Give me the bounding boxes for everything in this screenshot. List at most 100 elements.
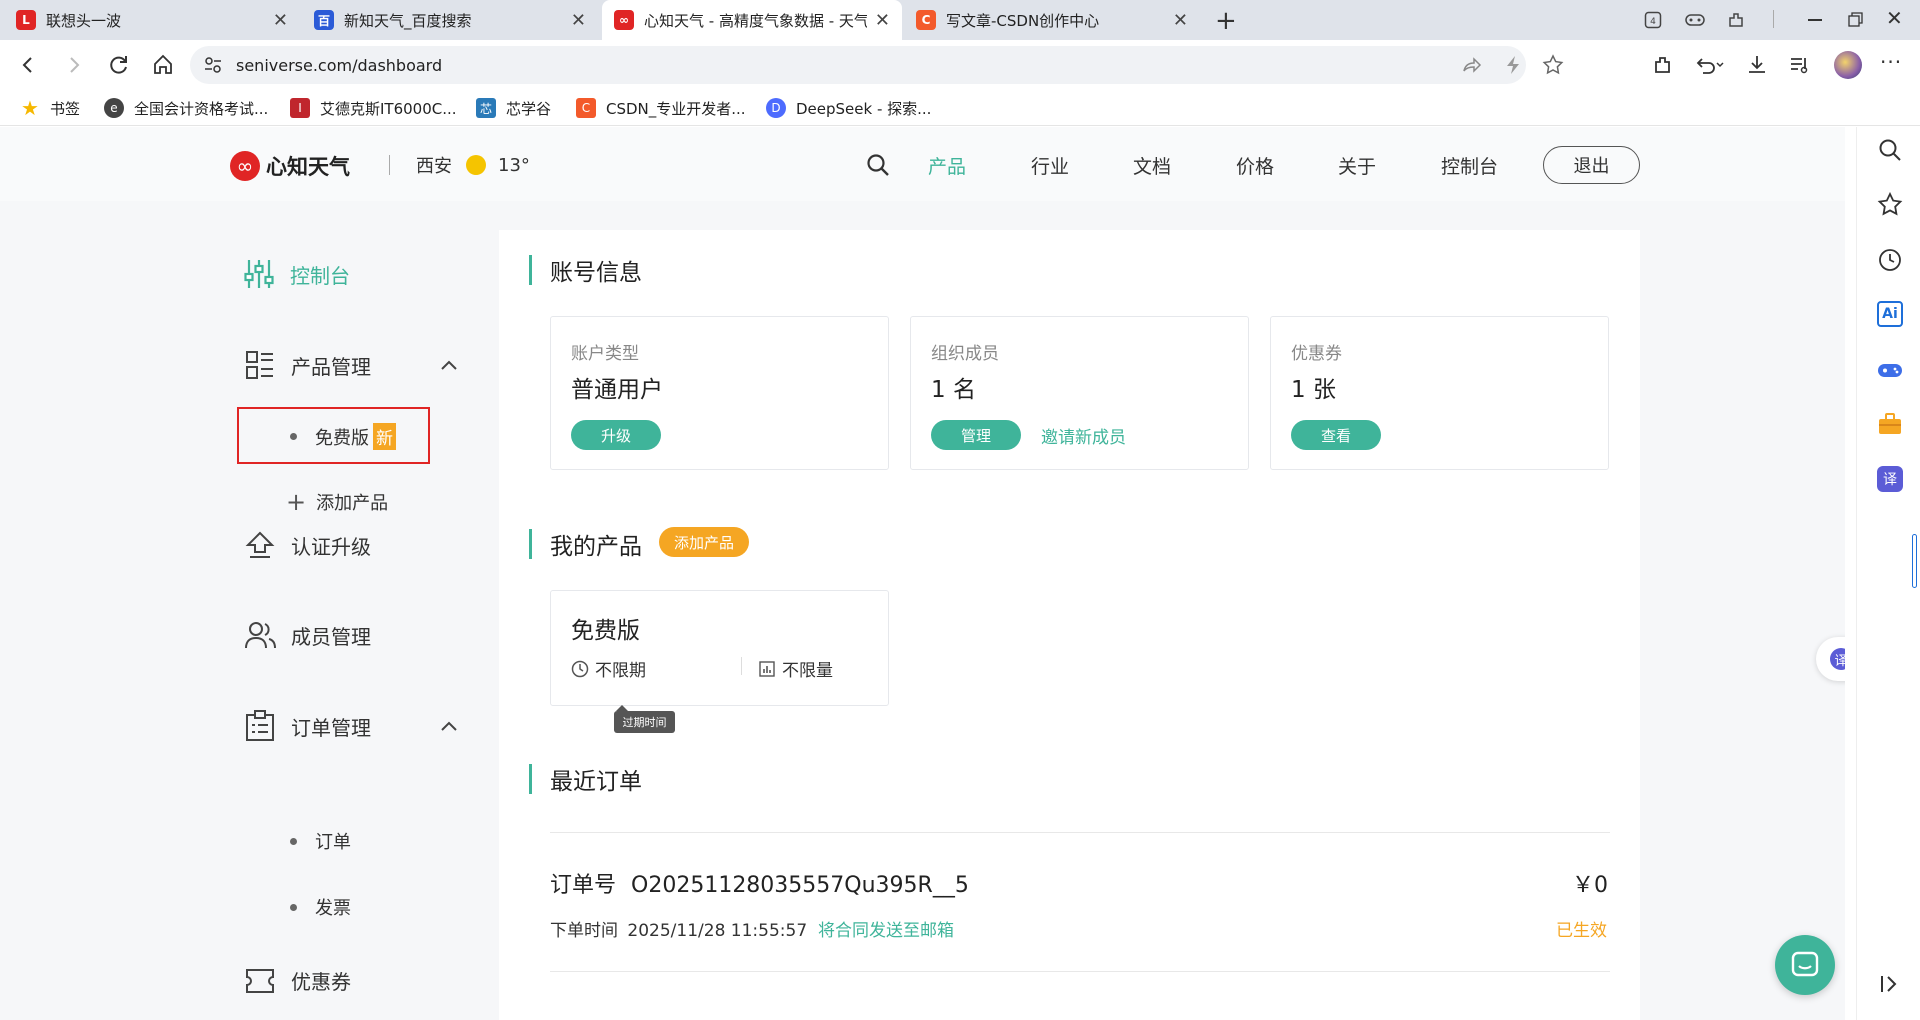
side-search-icon[interactable] — [1877, 137, 1903, 163]
minimize-icon[interactable] — [1808, 19, 1822, 21]
logout-button[interactable]: 退出 — [1543, 146, 1640, 184]
order-number-row: 订单号 O20251128035557Qu395R__5 — [550, 867, 969, 899]
chevron-up-icon[interactable] — [441, 360, 457, 370]
view-coupons-button[interactable]: 查看 — [1291, 420, 1381, 450]
side-translate-icon[interactable]: 译 — [1877, 466, 1903, 492]
side-game-icon[interactable] — [1877, 357, 1903, 383]
close-icon[interactable]: ✕ — [1173, 10, 1188, 31]
close-icon[interactable]: ✕ — [875, 10, 890, 31]
side-toolbox-icon[interactable] — [1877, 411, 1903, 437]
nav-industry[interactable]: 行业 — [1031, 152, 1069, 179]
home-icon[interactable] — [152, 53, 174, 75]
site-info-icon[interactable] — [204, 56, 222, 74]
nav-docs[interactable]: 文档 — [1133, 152, 1171, 179]
tab-counter-icon[interactable]: 4 — [1644, 11, 1662, 29]
bookmark-item[interactable]: D DeepSeek - 探索... — [766, 90, 931, 126]
card-label: 账户类型 — [571, 344, 639, 364]
add-product-button[interactable]: 添加产品 — [659, 527, 749, 557]
sidebar-subitem-add-product[interactable]: + 添加产品 — [286, 489, 388, 515]
section-accent-bar — [529, 255, 532, 285]
weather-widget[interactable]: 西安 13° — [416, 152, 530, 178]
order-status-badge: 已生效 — [1556, 921, 1607, 941]
side-panel-scroll-handle[interactable] — [1912, 534, 1917, 588]
side-collapse-icon[interactable] — [1877, 971, 1903, 997]
brand-logo[interactable]: ∞ 心知天气 — [230, 151, 350, 181]
extensions-icon[interactable] — [1726, 10, 1746, 30]
share-icon[interactable] — [1462, 55, 1482, 75]
extension-puzzle-icon[interactable] — [1652, 54, 1674, 76]
nav-pricing[interactable]: 价格 — [1236, 152, 1274, 179]
tab-csdn[interactable]: C 写文章-CSDN创作中心 ✕ — [904, 0, 1200, 40]
deepseek-icon: D — [766, 98, 786, 118]
sidebar-item-cert-upgrade[interactable]: 认证升级 — [245, 530, 371, 560]
bookmark-label: 艾德克斯IT6000C... — [320, 99, 457, 118]
sidebar-item-dashboard[interactable]: 控制台 — [244, 258, 350, 290]
bookmark-item[interactable]: e 全国会计资格考试... — [104, 90, 268, 126]
forward-icon[interactable] — [64, 55, 84, 75]
sidebar-subitem-label: 添加产品 — [316, 493, 389, 514]
window-close-icon[interactable]: ✕ — [1886, 6, 1903, 30]
sidebar-item-label: 控制台 — [290, 263, 350, 288]
side-favorites-icon[interactable] — [1877, 192, 1903, 218]
free-edition-product-card[interactable]: 免费版 不限期 不限量 — [550, 590, 889, 706]
sidebar-item-order-management[interactable]: 订单管理 — [245, 710, 465, 742]
bullet-dot — [290, 837, 297, 845]
tab-title: 心知天气 - 高精度气象数据 - 天气 — [644, 11, 867, 30]
side-history-icon[interactable] — [1877, 247, 1903, 273]
restore-icon[interactable] — [1848, 12, 1864, 28]
game-mode-icon[interactable] — [1684, 10, 1706, 30]
favorite-star-icon[interactable] — [1542, 54, 1564, 76]
chevron-up-icon[interactable] — [441, 721, 457, 731]
reload-icon[interactable] — [108, 54, 130, 76]
profile-avatar[interactable] — [1834, 51, 1862, 79]
reading-list-icon[interactable] — [1788, 54, 1810, 76]
quota-text: 不限量 — [782, 661, 833, 681]
side-ai-icon[interactable]: Ai — [1877, 301, 1903, 327]
tab-seniverse[interactable]: ∞ 心知天气 - 高精度气象数据 - 天气 ✕ — [602, 0, 902, 40]
account-type-card: 账户类型 普通用户 升级 — [550, 316, 889, 470]
product-quota: 不限量 — [759, 656, 833, 681]
undo-history-icon[interactable] — [1694, 54, 1724, 76]
new-tab-icon[interactable]: + — [1215, 6, 1237, 36]
tab-lenovo[interactable]: L 联想头一波 ✕ — [4, 0, 300, 40]
bookmark-item[interactable]: C CSDN_专业开发者... — [576, 90, 746, 126]
chat-support-button[interactable] — [1775, 935, 1835, 995]
coupons-card: 优惠券 1 张 查看 — [1270, 316, 1609, 470]
search-icon[interactable] — [866, 153, 890, 177]
bolt-icon[interactable] — [1504, 55, 1522, 75]
upgrade-button[interactable]: 升级 — [571, 420, 661, 450]
more-menu-icon[interactable]: ··· — [1880, 50, 1902, 74]
url-text[interactable]: seniverse.com/dashboard — [236, 56, 442, 75]
download-icon[interactable] — [1746, 54, 1768, 76]
bookmark-folder[interactable]: ★ 书签 — [20, 90, 80, 126]
order-number-value[interactable]: O20251128035557Qu395R__5 — [631, 873, 969, 898]
nav-products[interactable]: 产品 — [928, 152, 966, 179]
sidebar-item-product-management[interactable]: 产品管理 — [245, 350, 465, 380]
bookmark-item[interactable]: 芯芯学谷 — [476, 90, 551, 126]
url-omnibox[interactable]: seniverse.com/dashboard — [190, 46, 1564, 84]
content-panel: 账号信息 账户类型 普通用户 升级 组织成员 1 名 管理 邀请新成员 优惠券 … — [499, 230, 1640, 1020]
nav-about[interactable]: 关于 — [1338, 152, 1376, 179]
send-contract-link[interactable]: 将合同发送至邮箱 — [818, 916, 954, 941]
sidebar-item-member-management[interactable]: 成员管理 — [245, 620, 371, 650]
bookmark-label: CSDN_专业开发者... — [606, 99, 746, 118]
page-viewport: ∞ 心知天气 西安 13° 产品 行业 文档 价格 关于 控制台 退出 控制台 … — [0, 127, 1845, 1020]
accounting-exam-icon: e — [104, 98, 124, 118]
invite-member-link[interactable]: 邀请新成员 — [1041, 423, 1126, 448]
tab-baidu[interactable]: 百 新知天气_百度搜索 ✕ — [302, 0, 598, 40]
close-icon[interactable]: ✕ — [273, 10, 288, 31]
bookmark-item[interactable]: I 艾德克斯IT6000C... — [290, 90, 457, 126]
brand-name: 心知天气 — [266, 155, 350, 179]
nav-console[interactable]: 控制台 — [1441, 152, 1498, 179]
close-icon[interactable]: ✕ — [571, 10, 586, 31]
back-icon[interactable] — [18, 55, 38, 75]
period-text: 不限期 — [595, 661, 646, 681]
translate-float-widget[interactable]: 译 — [1816, 637, 1845, 681]
sidebar-subitem-free-edition[interactable]: 免费版 新 — [290, 423, 396, 450]
sidebar-subitem-orders[interactable]: 订单 — [290, 828, 351, 854]
sidebar-item-label: 成员管理 — [291, 624, 371, 649]
sidebar-item-coupons[interactable]: 优惠券 — [245, 966, 351, 995]
tab-title: 新知天气_百度搜索 — [344, 11, 472, 30]
sidebar-subitem-invoice[interactable]: 发票 — [290, 894, 351, 920]
manage-button[interactable]: 管理 — [931, 420, 1021, 450]
